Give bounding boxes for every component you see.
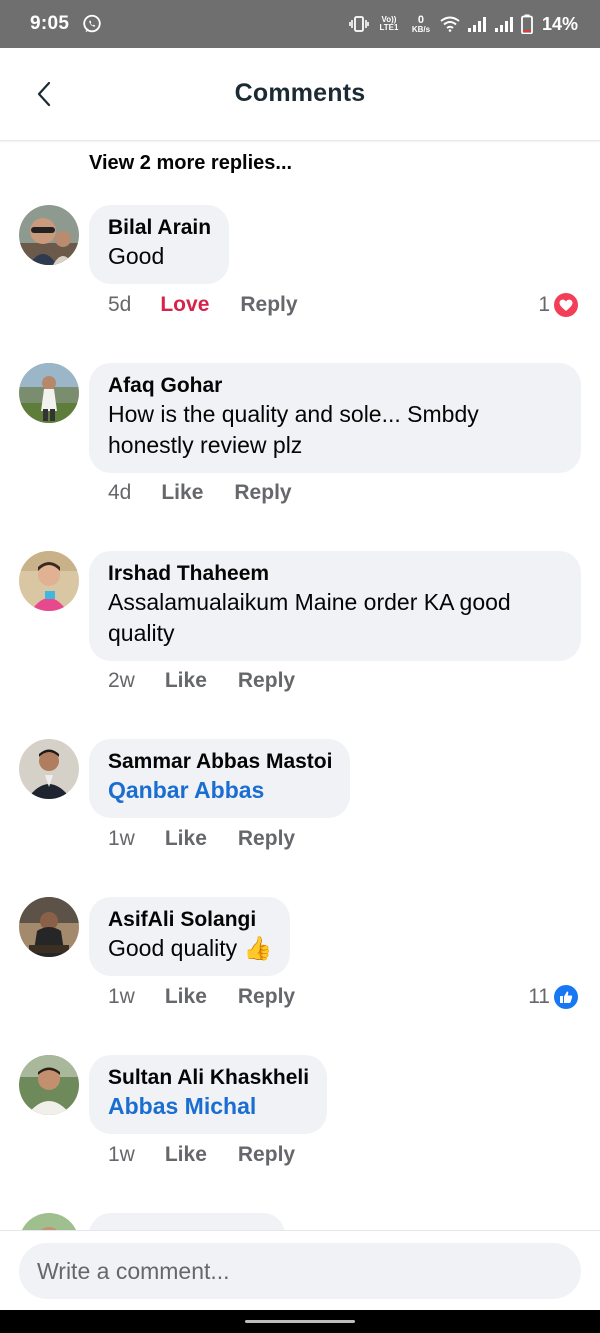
mention-link[interactable]: Abbas Michal [108, 1091, 309, 1122]
comment-author[interactable]: Sammar Abbas Mastoi [108, 749, 332, 775]
page-title: Comments [234, 79, 366, 107]
comment-actions: 4d Like Reply [108, 481, 292, 505]
comment-author[interactable]: Afaq Gohar [108, 373, 563, 399]
like-button[interactable]: Like [161, 481, 203, 505]
comment-time: 1w [108, 985, 135, 1008]
comments-list[interactable]: View 2 more replies... Bilal Arain Good … [0, 142, 600, 1230]
comment-input[interactable] [19, 1243, 581, 1299]
reaction-count: 11 [528, 985, 550, 1008]
comment-actions: 5d Love Reply [108, 293, 298, 317]
comment-actions: 1w Like Reply [108, 985, 295, 1009]
comment-time: 5d [108, 293, 132, 316]
like-button[interactable]: Like [165, 1143, 207, 1167]
comment-bubble[interactable]: Sultan Ali Khaskheli Abbas Michal [89, 1055, 328, 1134]
comment-bubble[interactable]: Afaq Gohar How is the quality and sole..… [89, 363, 581, 473]
comment-bubble[interactable]: Sammar Abbas Mastoi Qanbar Abbas [89, 739, 351, 818]
whatsapp-icon [83, 14, 101, 33]
reply-button[interactable]: Reply [238, 1143, 295, 1167]
reply-button[interactable]: Reply [234, 481, 291, 505]
view-more-replies-link[interactable]: View 2 more replies... [89, 152, 292, 175]
like-button[interactable]: Like [165, 827, 207, 851]
reply-button[interactable]: Reply [240, 293, 297, 317]
reply-button[interactable]: Reply [238, 985, 295, 1009]
status-time: 9:05 [30, 13, 70, 34]
comment-text: Good quality 👍 [108, 935, 273, 961]
comment-text: How is the quality and sole... Smbdy hon… [108, 401, 479, 458]
comment-bubble[interactable]: Irshad Thaheem Assalamualaikum Maine ord… [89, 551, 581, 661]
comment-item: Sultan Ali Khaskheli Abbas Michal 1w Lik… [0, 1055, 600, 1185]
avatar[interactable] [19, 205, 79, 265]
avatar[interactable] [19, 1213, 79, 1230]
reply-button[interactable]: Reply [238, 669, 295, 693]
battery-icon [521, 14, 533, 34]
comment-item: Afaq Gohar How is the quality and sole..… [0, 363, 600, 523]
home-indicator[interactable] [245, 1320, 355, 1323]
like-button[interactable]: Like [165, 669, 207, 693]
comment-author[interactable]: Sultan Ali Khaskheli [108, 1065, 309, 1091]
comment-item: AsifAli Solangi Good quality 👍 1w Like R… [0, 897, 600, 1027]
comment-item: Bilal Arain Good 5d Love Reply 1 [0, 205, 600, 335]
comment-item: Irshad Thaheem Assalamualaikum Maine ord… [0, 551, 600, 711]
comment-item-partial [0, 1213, 600, 1230]
comment-author[interactable]: AsifAli Solangi [108, 907, 272, 933]
comment-actions: 1w Like Reply [108, 1143, 295, 1167]
volte-indicator: Vo)) LTE1 [379, 15, 399, 32]
comment-time: 4d [108, 481, 132, 504]
avatar[interactable] [19, 1055, 79, 1115]
comment-author[interactable]: Bilal Arain [108, 215, 211, 241]
system-nav-bar [0, 1310, 600, 1333]
reaction-summary[interactable]: 11 [528, 985, 578, 1009]
status-icons: Vo)) LTE1 0 KB/s 14% [349, 14, 578, 35]
comment-text: Good [108, 243, 165, 269]
avatar[interactable] [19, 551, 79, 611]
like-reaction-icon [554, 985, 578, 1009]
signal-icon-2 [494, 17, 513, 32]
comment-item: Sammar Abbas Mastoi Qanbar Abbas 1w Like… [0, 739, 600, 869]
comment-actions: 1w Like Reply [108, 827, 295, 851]
reply-button[interactable]: Reply [238, 827, 295, 851]
comment-bubble[interactable]: AsifAli Solangi Good quality 👍 [89, 897, 291, 976]
wifi-icon [440, 16, 460, 32]
love-button[interactable]: Love [160, 293, 209, 317]
battery-level: 14% [541, 13, 578, 34]
comment-text: Assalamualaikum Maine order KA good qual… [108, 589, 511, 646]
comment-composer [0, 1230, 600, 1310]
avatar[interactable] [19, 363, 79, 423]
signal-icon-1 [467, 17, 486, 32]
comment-time: 1w [108, 827, 135, 850]
comment-time: 1w [108, 1143, 135, 1166]
comment-author[interactable]: Irshad Thaheem [108, 561, 563, 587]
comment-bubble[interactable] [89, 1213, 285, 1230]
mention-link[interactable]: Qanbar Abbas [108, 775, 332, 806]
avatar[interactable] [19, 739, 79, 799]
comment-bubble[interactable]: Bilal Arain Good [89, 205, 230, 284]
love-reaction-icon [554, 293, 578, 317]
avatar[interactable] [19, 897, 79, 957]
comment-actions: 2w Like Reply [108, 669, 295, 693]
vibrate-icon [349, 16, 369, 32]
reaction-summary[interactable]: 1 [538, 293, 578, 317]
comment-time: 2w [108, 669, 135, 692]
network-speed: 0 KB/s [411, 13, 431, 34]
reaction-count: 1 [538, 293, 550, 316]
status-bar: 9:05 Vo)) LTE1 0 KB/s 14% [0, 0, 600, 48]
header: Comments [0, 48, 600, 141]
like-button[interactable]: Like [165, 985, 207, 1009]
